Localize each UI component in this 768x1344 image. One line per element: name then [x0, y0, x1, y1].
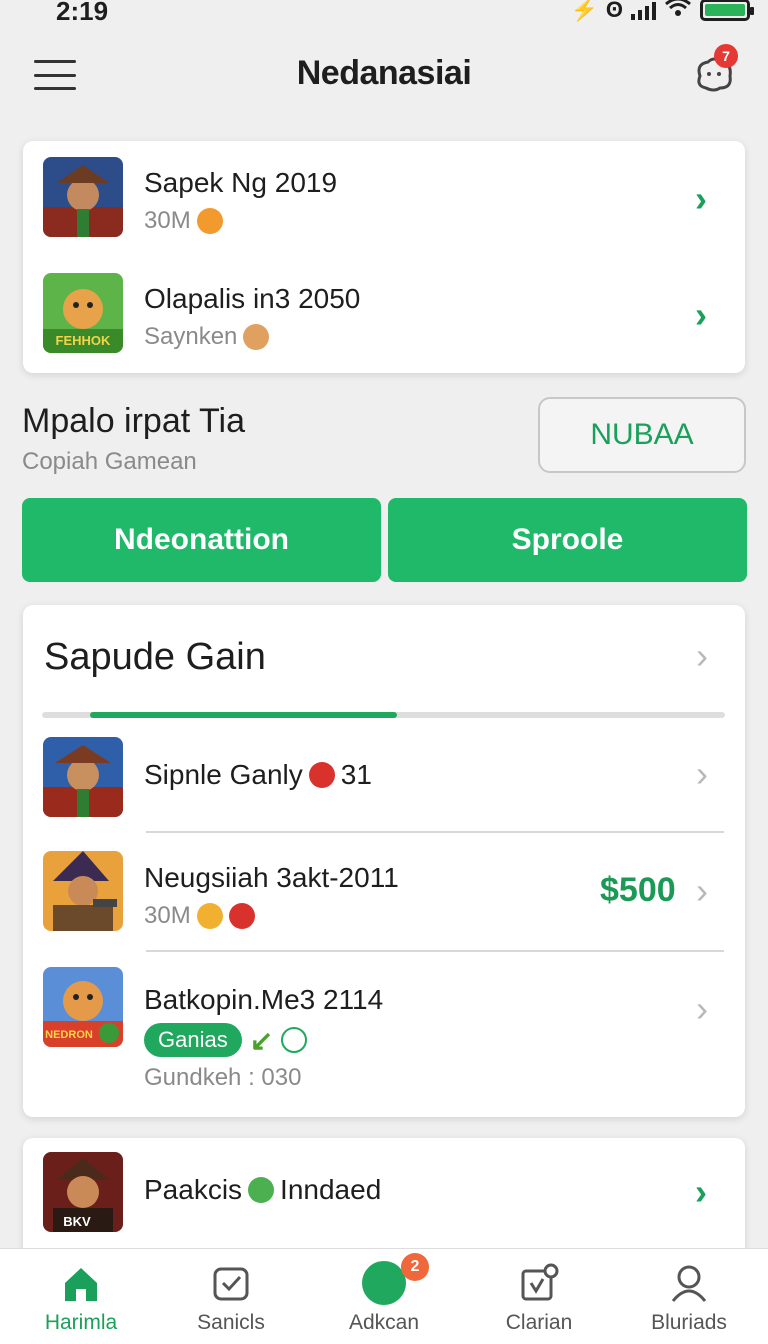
list-item-subtitle: Saynken	[144, 323, 270, 351]
profile-button[interactable]: 7	[692, 44, 738, 94]
nav-item-bluriads[interactable]: Bluriads	[614, 1249, 764, 1344]
nav-label: Adkcan	[348, 1311, 420, 1334]
apple-icon	[228, 903, 255, 929]
game-thumbnail: BKV	[43, 1152, 123, 1232]
status-icons: ⚡ ʘ	[570, 0, 754, 24]
list-item-subtitle: 30M	[144, 902, 255, 930]
orange-icon	[196, 208, 223, 234]
svg-text:BKV: BKV	[63, 1214, 91, 1229]
genre-pill[interactable]: Ganias	[144, 1023, 242, 1057]
game-thumbnail: NEDRON	[43, 967, 123, 1047]
bottom-nav: Harimla Sanicls 2 Adkcan Clarian Bluriad…	[0, 1248, 768, 1344]
nav-label: Harimla	[44, 1311, 118, 1334]
battery-icon	[700, 0, 754, 21]
nav-item-clarian[interactable]: Clarian	[464, 1249, 614, 1344]
section-subheading: Copiah Gamean	[22, 448, 197, 475]
game-thumbnail: FEHHOK	[43, 273, 123, 353]
app-title: Nedanasiai	[296, 54, 472, 92]
calendar-check-icon	[519, 1263, 559, 1303]
home-icon	[61, 1263, 101, 1303]
tag-row: Ganias ↙	[144, 1023, 308, 1057]
alarm-icon: ʘ	[605, 0, 623, 22]
wifi-icon	[664, 0, 692, 24]
check-box-icon	[211, 1263, 251, 1303]
nav-item-sanicls[interactable]: Sanicls	[156, 1249, 306, 1344]
progress-fill	[90, 712, 398, 718]
chevron-right-icon[interactable]: ›	[696, 873, 708, 909]
primary-action-button[interactable]: Ndeonattion	[22, 498, 381, 582]
nav-badge: 2	[401, 1253, 429, 1281]
list-item-title: Paakcis Inndaed	[144, 1174, 382, 1205]
svg-text:NEDRON: NEDRON	[45, 1029, 93, 1041]
outline-button[interactable]: NUBAA	[538, 397, 746, 473]
divider	[146, 950, 724, 952]
cookie-icon	[243, 324, 270, 350]
notification-badge: 7	[714, 44, 738, 68]
chevron-right-icon[interactable]: ›	[696, 638, 708, 674]
nav-item-home[interactable]: Harimla	[6, 1249, 156, 1344]
list-item-title: Olapalis in3 2050	[144, 283, 361, 314]
arrow-icon: ↙	[249, 1024, 274, 1056]
list-item-title: Sapek Ng 2019	[144, 167, 338, 198]
nav-label: Clarian	[505, 1311, 573, 1334]
list-item-title: Sipnle Ganly 31	[144, 759, 372, 790]
nav-label: Bluriads	[651, 1311, 727, 1334]
divider	[146, 831, 724, 833]
compass-icon	[281, 1027, 308, 1053]
status-time: 2:19	[56, 0, 109, 26]
orange-icon	[196, 903, 223, 929]
list-item-subtitle: 30M	[144, 207, 223, 235]
card-title: Sapude Gain	[44, 636, 266, 678]
chevron-right-icon[interactable]: ›	[695, 181, 707, 217]
progress-bar	[42, 712, 725, 718]
chevron-right-icon[interactable]: ›	[695, 1174, 707, 1210]
list-item-meta: Gundkeh : 030	[144, 1064, 302, 1091]
price-label: $500	[600, 871, 676, 909]
chevron-right-icon[interactable]: ›	[695, 297, 707, 333]
game-thumbnail	[43, 851, 123, 931]
status-bar: 2:19 ⚡ ʘ	[0, 0, 768, 28]
chevron-right-icon[interactable]: ›	[696, 756, 708, 792]
section-heading: Mpalo irpat Tia	[22, 402, 245, 440]
secondary-action-button[interactable]: Sproole	[388, 498, 747, 582]
signal-icon	[631, 0, 656, 20]
nav-label: Sanicls	[197, 1311, 265, 1334]
list-item-title: Batkopin.Me3 2114	[144, 984, 384, 1015]
charging-icon: ⚡	[570, 0, 598, 22]
user-icon	[669, 1263, 709, 1303]
game-thumbnail	[43, 157, 123, 237]
apple-icon	[248, 1177, 275, 1203]
game-thumbnail	[43, 737, 123, 817]
games-card	[23, 605, 745, 1117]
nav-item-adkcan[interactable]: 2 Adkcan	[309, 1249, 459, 1344]
top-list-card: Sapek Ng 2019 30M › FEHHOK Olapalis in3 …	[23, 141, 745, 373]
list-item-title: Neugsiiah 3akt-2011	[144, 862, 399, 893]
chevron-right-icon[interactable]: ›	[696, 991, 708, 1027]
svg-text:FEHHOK: FEHHOK	[56, 333, 112, 348]
apple-icon	[308, 762, 335, 788]
